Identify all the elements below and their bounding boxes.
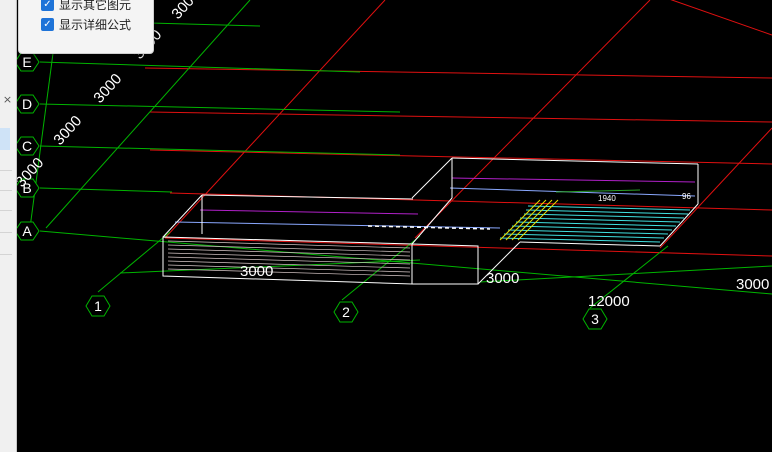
display-options-panel: ✓ 显示其它图元 ✓ 显示详细公式 xyxy=(18,0,154,54)
option-label: 显示详细公式 xyxy=(59,17,132,32)
option-show-detailed-formula[interactable]: ✓ 显示详细公式 xyxy=(41,15,131,33)
axis-bubble-E: E xyxy=(14,52,40,72)
cad-viewport[interactable]: 1940 96 E D C B A 1 2 3 3000 3000 3000 3… xyxy=(0,0,772,452)
axis-bubble-2: 2 xyxy=(333,301,359,323)
option-label: 显示其它图元 xyxy=(59,0,132,12)
dim-left-3: 3000 xyxy=(90,70,125,106)
rebar-area xyxy=(499,189,691,243)
panel-divider xyxy=(0,254,12,255)
dim-bottom-b: 3000 xyxy=(486,270,519,287)
side-panel-strip: × xyxy=(0,0,17,452)
panel-divider xyxy=(0,170,12,171)
axis-bubble-D: D xyxy=(14,94,40,114)
axis-bubble-1: 1 xyxy=(85,295,111,317)
axis-label-C: C xyxy=(22,138,32,154)
option-show-other-elements[interactable]: ✓ 显示其它图元 xyxy=(41,0,131,13)
axis-label-A: A xyxy=(22,223,32,239)
axis-bubble-C: C xyxy=(14,136,40,156)
panel-divider xyxy=(0,190,12,191)
axis-bubble-A: A xyxy=(14,221,40,241)
dim-bottom-a: 3000 xyxy=(240,263,273,280)
rebar-side-label: 96 xyxy=(682,192,691,201)
panel-divider xyxy=(0,210,12,211)
axis-label-1: 1 xyxy=(94,298,102,314)
checkbox-checked-icon[interactable]: ✓ xyxy=(41,17,54,31)
checkbox-checked-icon[interactable]: ✓ xyxy=(41,0,54,11)
axis-label-2: 2 xyxy=(342,304,350,320)
axis-bubble-3: 3 xyxy=(582,308,608,330)
dim-left-5: 3000 xyxy=(168,0,203,23)
axis-label-E: E xyxy=(22,54,31,70)
dim-bottom-c: 12000 xyxy=(588,293,630,310)
axis-label-D: D xyxy=(22,96,32,112)
slab-left-hatch xyxy=(167,240,411,277)
dim-left-2: 3000 xyxy=(50,112,85,148)
side-panel-selected-row[interactable] xyxy=(0,128,10,150)
close-icon[interactable]: × xyxy=(2,94,13,105)
dim-bottom-d: 3000 xyxy=(736,276,769,293)
rebar-tag-label: 1940 xyxy=(598,194,616,203)
axis-label-3: 3 xyxy=(591,311,599,327)
dim-left-1: 3000 xyxy=(12,154,47,190)
panel-divider xyxy=(0,232,12,233)
